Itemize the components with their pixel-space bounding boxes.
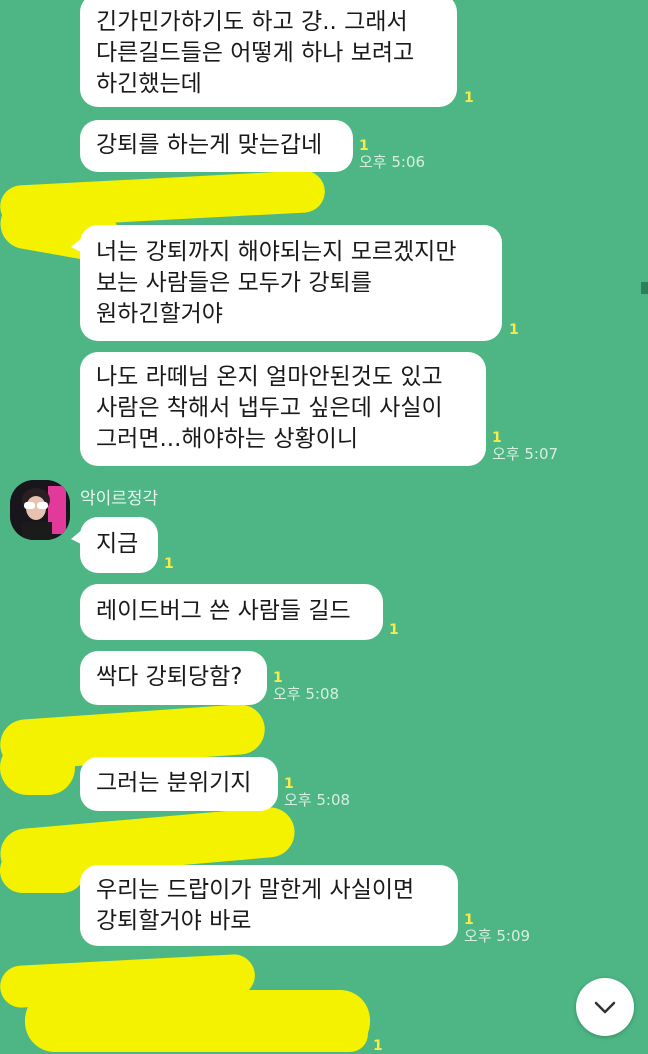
unread-count: 1 [389,622,399,638]
chevron-down-icon [594,1001,616,1014]
message-bubble[interactable]: 지금 [71,517,158,573]
message-meta: 1 오후 5:08 [284,776,350,808]
message-time: 오후 5:07 [492,445,559,463]
unread-count: 1 [464,90,474,106]
message-bubble[interactable]: 싹다 강퇴당함? [80,651,267,705]
redaction-scribble [0,848,85,893]
message-bubble[interactable] [80,1000,368,1052]
message-bubble[interactable]: 긴가민가하기도 하고 걍.. 그래서 다른길드들은 어떻게 하나 보려고 하긴했… [80,0,457,107]
message-meta: 1 [164,556,174,572]
avatar-image [10,480,70,540]
unread-count: 1 [509,322,519,338]
redaction-scribble [0,740,75,795]
message-meta: 1 오후 5:06 [359,138,425,170]
avatar[interactable] [10,480,70,540]
scroll-edge-indicator [641,282,648,294]
message-time: 오후 5:08 [284,791,351,809]
sender-name: 악이르정각 [80,489,159,509]
message-bubble[interactable]: 나도 라떼님 온지 얼마안된것도 있고 사람은 착해서 냅두고 싶은데 사실이 … [80,352,486,466]
message-time: 오후 5:09 [464,927,531,945]
unread-count: 1 [284,776,294,792]
message-meta: 1 오후 5:08 [273,670,339,702]
message-meta: 1 [464,90,474,106]
unread-count: 1 [164,556,174,572]
unread-count: 1 [464,912,474,928]
unread-count: 1 [492,430,502,446]
unread-count: 1 [273,670,283,686]
scroll-to-bottom-button[interactable] [576,978,634,1036]
unread-count: 1 [359,138,369,154]
message-bubble[interactable]: 그러는 분위기지 [80,757,278,811]
message-bubble[interactable]: 강퇴를 하는게 맞는갑네 [80,120,353,172]
message-meta: 1 [509,322,519,338]
message-bubble[interactable]: 레이드버그 쓴 사람들 길드 [80,584,383,640]
message-bubble[interactable]: 너는 강퇴까지 해야되는지 모르겠지만 보는 사람들은 모두가 강퇴를 원하긴할… [71,225,502,341]
message-time: 오후 5:06 [359,153,426,171]
message-meta: 1 [389,622,399,638]
message-time: 오후 5:08 [273,685,340,703]
message-bubble[interactable]: 우리는 드랍이가 말한게 사실이면 강퇴할거야 바로 [80,865,458,946]
message-meta: 1 오후 5:07 [492,430,558,462]
message-meta: 1 오후 5:09 [464,912,530,944]
